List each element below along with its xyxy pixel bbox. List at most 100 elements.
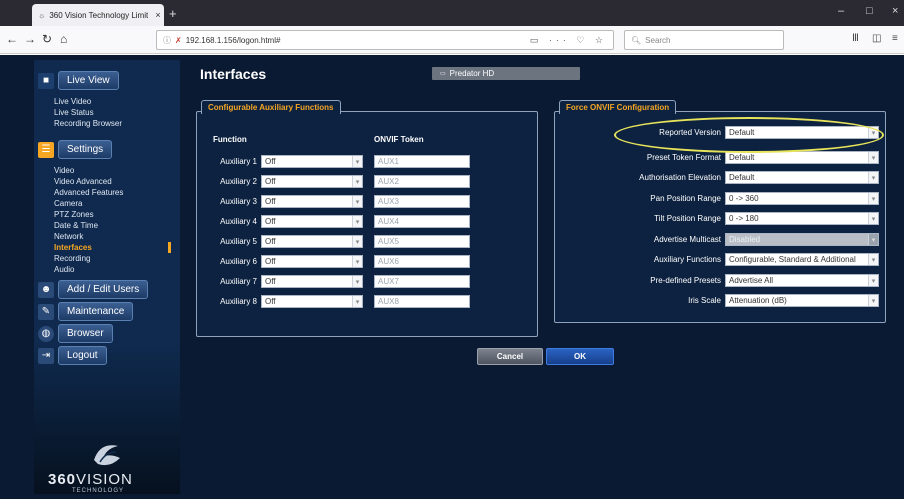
aux-token-input-2[interactable]: AUX2 bbox=[374, 175, 470, 188]
aux-function-select-4[interactable]: Off ▾ bbox=[261, 215, 363, 228]
onvif-config-tab[interactable]: Force ONVIF Configuration bbox=[559, 100, 677, 114]
onvif-label-5: Tilt Position Range bbox=[654, 214, 721, 223]
sidebar-item-recording-browser[interactable]: Recording Browser bbox=[54, 119, 122, 128]
onvif-value-6: Disabled bbox=[729, 235, 761, 244]
aux-function-select-1[interactable]: Off ▾ bbox=[261, 155, 363, 168]
sidebar-toggle-icon[interactable]: ◫ bbox=[872, 33, 881, 44]
onvif-select-6[interactable]: Disabled ▾ bbox=[725, 233, 879, 246]
camera-model-name: Predator HD bbox=[449, 69, 495, 78]
wrench-icon: ✎ bbox=[38, 303, 54, 320]
aux-token-input-5[interactable]: AUX5 bbox=[374, 235, 470, 248]
aux-function-select-2[interactable]: Off ▾ bbox=[261, 175, 363, 188]
aux-token-input-1[interactable]: AUX1 bbox=[374, 155, 470, 168]
aux-function-value-1: Off bbox=[265, 157, 276, 166]
aux-function-select-6[interactable]: Off ▾ bbox=[261, 255, 363, 268]
onvif-select-8[interactable]: Advertise All ▾ bbox=[725, 274, 879, 287]
sidebar-item-interfaces[interactable]: Interfaces bbox=[54, 243, 92, 252]
aux-function-select-8[interactable]: Off ▾ bbox=[261, 295, 363, 308]
url-text: 192.168.1.156/logon.html# bbox=[185, 35, 281, 45]
window-close-button[interactable]: × bbox=[892, 5, 898, 17]
chevron-down-icon: ▾ bbox=[352, 256, 362, 267]
window-minimize-button[interactable]: ‒ bbox=[838, 5, 844, 17]
company-logo: 360VISION bbox=[48, 471, 133, 488]
aux-function-value-8: Off bbox=[265, 297, 276, 306]
menu-icon[interactable]: ≡ bbox=[892, 33, 898, 44]
library-icon[interactable]: Ⅲ bbox=[852, 33, 859, 44]
aux-token-input-4[interactable]: AUX4 bbox=[374, 215, 470, 228]
onvif-value-5: 0 -> 180 bbox=[729, 214, 759, 223]
sidebar-item-ptz-zones[interactable]: PTZ Zones bbox=[54, 210, 94, 219]
aux-functions-panel: Configurable Auxiliary Functions Functio… bbox=[196, 100, 538, 337]
aux-function-select-7[interactable]: Off ▾ bbox=[261, 275, 363, 288]
aux-function-value-4: Off bbox=[265, 217, 276, 226]
aux-label-5: Auxiliary 5 bbox=[220, 237, 257, 246]
sidebar-item-network[interactable]: Network bbox=[54, 232, 83, 241]
onvif-select-7[interactable]: Configurable, Standard & Additional ▾ bbox=[725, 253, 879, 266]
sidebar-item-live-video[interactable]: Live Video bbox=[54, 97, 91, 106]
reload-icon[interactable]: ↻ bbox=[42, 32, 52, 46]
back-icon[interactable]: ← bbox=[6, 32, 18, 46]
page-title: Interfaces bbox=[200, 66, 267, 82]
window-maximize-button[interactable]: □ bbox=[866, 5, 873, 17]
menu-live-view[interactable]: ■ Live View bbox=[38, 71, 119, 90]
sidebar-item-audio[interactable]: Audio bbox=[54, 265, 74, 274]
page-actions-icon[interactable]: ▭ ··· ♡ ☆ bbox=[530, 35, 607, 46]
menu-maintenance[interactable]: ✎ Maintenance bbox=[38, 302, 134, 321]
chevron-down-icon: ▾ bbox=[352, 236, 362, 247]
highlight-annotation bbox=[614, 117, 884, 153]
chevron-down-icon: ▾ bbox=[352, 276, 362, 287]
chevron-down-icon: ▾ bbox=[352, 216, 362, 227]
browser-tab-bar: ☼ 360 Vision Technology Limited × + ‒ □ … bbox=[0, 0, 904, 26]
sidebar-item-advanced-features[interactable]: Advanced Features bbox=[54, 188, 123, 197]
chevron-down-icon: ▾ bbox=[352, 156, 362, 167]
chevron-down-icon: ▾ bbox=[868, 213, 878, 224]
onvif-select-4[interactable]: 0 -> 360 ▾ bbox=[725, 192, 879, 205]
aux-function-value-5: Off bbox=[265, 237, 276, 246]
user-icon: ☻ bbox=[38, 281, 54, 298]
menu-browser[interactable]: ◍ Browser bbox=[38, 324, 113, 343]
new-tab-button[interactable]: + bbox=[169, 6, 177, 21]
onvif-select-5[interactable]: 0 -> 180 ▾ bbox=[725, 212, 879, 225]
aux-label-7: Auxiliary 7 bbox=[220, 277, 257, 286]
onvif-select-3[interactable]: Default ▾ bbox=[725, 171, 879, 184]
ok-button[interactable]: OK bbox=[546, 348, 614, 365]
chevron-down-icon: ▾ bbox=[352, 176, 362, 187]
menu-logout[interactable]: ⇥ Logout bbox=[38, 346, 107, 365]
logo-swirl-icon bbox=[94, 445, 120, 466]
sidebar-item-date-time[interactable]: Date & Time bbox=[54, 221, 98, 230]
chevron-down-icon: ▾ bbox=[868, 234, 878, 245]
onvif-label-7: Auxiliary Functions bbox=[653, 255, 721, 264]
forward-icon[interactable]: → bbox=[24, 32, 36, 46]
onvif-value-4: 0 -> 360 bbox=[729, 194, 759, 203]
browser-tab[interactable]: ☼ 360 Vision Technology Limited × bbox=[32, 4, 164, 26]
sidebar-item-recording[interactable]: Recording bbox=[54, 254, 90, 263]
onvif-label-8: Pre-defined Presets bbox=[650, 276, 721, 285]
browser-tab-title: 360 Vision Technology Limited bbox=[49, 10, 148, 20]
onvif-label-2: Preset Token Format bbox=[646, 153, 721, 162]
aux-token-input-3[interactable]: AUX3 bbox=[374, 195, 470, 208]
aux-function-select-5[interactable]: Off ▾ bbox=[261, 235, 363, 248]
aux-functions-tab[interactable]: Configurable Auxiliary Functions bbox=[201, 100, 341, 114]
menu-add-edit-users[interactable]: ☻ Add / Edit Users bbox=[38, 280, 149, 299]
search-box[interactable]: 🔍︎ Search bbox=[624, 30, 784, 50]
aux-function-select-3[interactable]: Off ▾ bbox=[261, 195, 363, 208]
onvif-select-9[interactable]: Attenuation (dB) ▾ bbox=[725, 294, 879, 307]
video-camera-icon: ■ bbox=[38, 72, 54, 89]
home-icon[interactable]: ⌂ bbox=[60, 32, 67, 46]
aux-token-input-6[interactable]: AUX6 bbox=[374, 255, 470, 268]
sidebar-item-live-status[interactable]: Live Status bbox=[54, 108, 94, 117]
onvif-label-6: Advertise Multicast bbox=[653, 235, 721, 244]
sidebar-item-video-advanced[interactable]: Video Advanced bbox=[54, 177, 112, 186]
aux-token-input-8[interactable]: AUX8 bbox=[374, 295, 470, 308]
chevron-down-icon: ▾ bbox=[352, 196, 362, 207]
cancel-button[interactable]: Cancel bbox=[477, 348, 543, 365]
tab-close-icon[interactable]: × bbox=[152, 10, 164, 20]
sidebar-item-video[interactable]: Video bbox=[54, 166, 74, 175]
menu-settings[interactable]: ☰ Settings bbox=[38, 140, 113, 159]
camera-model-badge: ▭ Predator HD bbox=[432, 67, 580, 80]
onvif-value-9: Attenuation (dB) bbox=[729, 296, 787, 305]
aux-token-input-7[interactable]: AUX7 bbox=[374, 275, 470, 288]
sidebar-item-camera[interactable]: Camera bbox=[54, 199, 82, 208]
search-icon: 🔍︎ bbox=[631, 35, 642, 45]
address-bar[interactable]: ⓘ ✗ 192.168.1.156/logon.html# ▭ ··· ♡ ☆ bbox=[156, 30, 614, 50]
